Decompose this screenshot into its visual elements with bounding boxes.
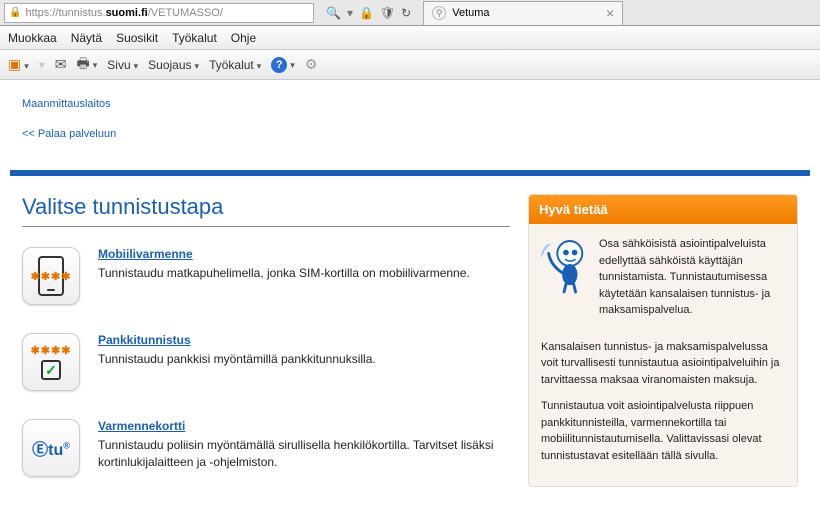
browser-tab[interactable]: ⚲ Vetuma ×: [423, 1, 623, 25]
method-link-bank[interactable]: Pankkitunnistus: [98, 333, 191, 347]
tab-favicon: ⚲: [432, 6, 446, 20]
toolbar-protect[interactable]: Suojaus: [148, 58, 199, 72]
address-bar[interactable]: 🔒 https://tunnistus.suomi.fi/VETUMASSO/: [4, 3, 314, 23]
mobile-cert-icon[interactable]: ✱✱✱✱: [22, 247, 80, 305]
menu-view[interactable]: Näytä: [71, 31, 102, 45]
help-icon[interactable]: ?: [271, 57, 295, 73]
info-paragraph-1: Osa sähköisistä asiointipalveluista edel…: [599, 236, 785, 319]
print-icon[interactable]: 🖶: [77, 53, 98, 77]
mascot-icon: [541, 236, 589, 294]
menu-help[interactable]: Ohje: [231, 31, 256, 45]
close-icon[interactable]: ×: [606, 5, 614, 21]
menu-edit[interactable]: Muokkaa: [8, 31, 57, 45]
cert-icon[interactable]: 🛡: [380, 6, 395, 20]
method-link-mobile[interactable]: Mobiilivarmenne: [98, 247, 193, 261]
url-action-icons: 🔍 ▾ 🔒 🛡 ↻: [318, 6, 419, 20]
page-viewport: Maanmittauslaitos << Palaa palveluun Val…: [0, 80, 820, 512]
lock-status-icon: 🔒: [359, 6, 374, 20]
toolbar-tools[interactable]: Työkalut: [209, 58, 261, 72]
tab-title: Vetuma: [452, 7, 489, 19]
command-toolbar: ▣ ▾ ✉ 🖶 Sivu Suojaus Työkalut ? ⚙: [0, 50, 820, 80]
info-panel: Hyvä tietää: [528, 194, 798, 487]
method-desc: Tunnistaudu poliisin myöntämällä sirulli…: [98, 437, 510, 472]
method-desc: Tunnistaudu matkapuhelimella, jonka SIM-…: [98, 265, 470, 282]
method-desc: Tunnistaudu pankkisi myöntämillä pankkit…: [98, 351, 376, 368]
section-title: Valitse tunnistustapa: [22, 194, 510, 227]
bank-auth-icon[interactable]: ✱✱✱✱ ✓: [22, 333, 80, 391]
menu-bar: Muokkaa Näytä Suosikit Työkalut Ohje: [0, 26, 820, 50]
method-mobiilivarmenne: ✱✱✱✱ Mobiilivarmenne Tunnistaudu matkapu…: [22, 247, 510, 305]
breadcrumb: Maanmittauslaitos: [22, 98, 798, 110]
info-paragraph-3: Tunnistautua voit asiointipalvelusta rii…: [541, 398, 785, 464]
info-paragraph-2: Kansalaisen tunnistus- ja maksamispalvel…: [541, 339, 785, 389]
separator-bar: [10, 170, 810, 176]
method-pankkitunnistus: ✱✱✱✱ ✓ Pankkitunnistus Tunnistaudu pankk…: [22, 333, 510, 391]
browser-chrome-top: 🔒 https://tunnistus.suomi.fi/VETUMASSO/ …: [0, 0, 820, 26]
search-icon[interactable]: 🔍: [326, 6, 341, 20]
menu-favorites[interactable]: Suosikit: [116, 31, 158, 45]
stop-icon[interactable]: ▾: [347, 6, 353, 20]
gear-icon[interactable]: ⚙: [305, 56, 318, 73]
lock-icon: 🔒: [9, 7, 21, 18]
menu-tools[interactable]: Työkalut: [172, 31, 217, 45]
back-to-service-link[interactable]: << Palaa palveluun: [22, 128, 116, 140]
url-text: https://tunnistus.suomi.fi/VETUMASSO/: [25, 7, 309, 19]
cert-card-icon[interactable]: Ⓔtu®: [22, 419, 80, 477]
refresh-icon[interactable]: ↻: [401, 6, 411, 20]
method-varmennekortti: Ⓔtu® Varmennekortti Tunnistaudu poliisin…: [22, 419, 510, 477]
method-link-card[interactable]: Varmennekortti: [98, 419, 185, 433]
info-heading: Hyvä tietää: [529, 195, 797, 224]
mail-icon[interactable]: ✉: [55, 56, 67, 73]
toolbar-page[interactable]: Sivu: [107, 58, 138, 72]
feeds-icon[interactable]: ▣: [8, 56, 29, 73]
